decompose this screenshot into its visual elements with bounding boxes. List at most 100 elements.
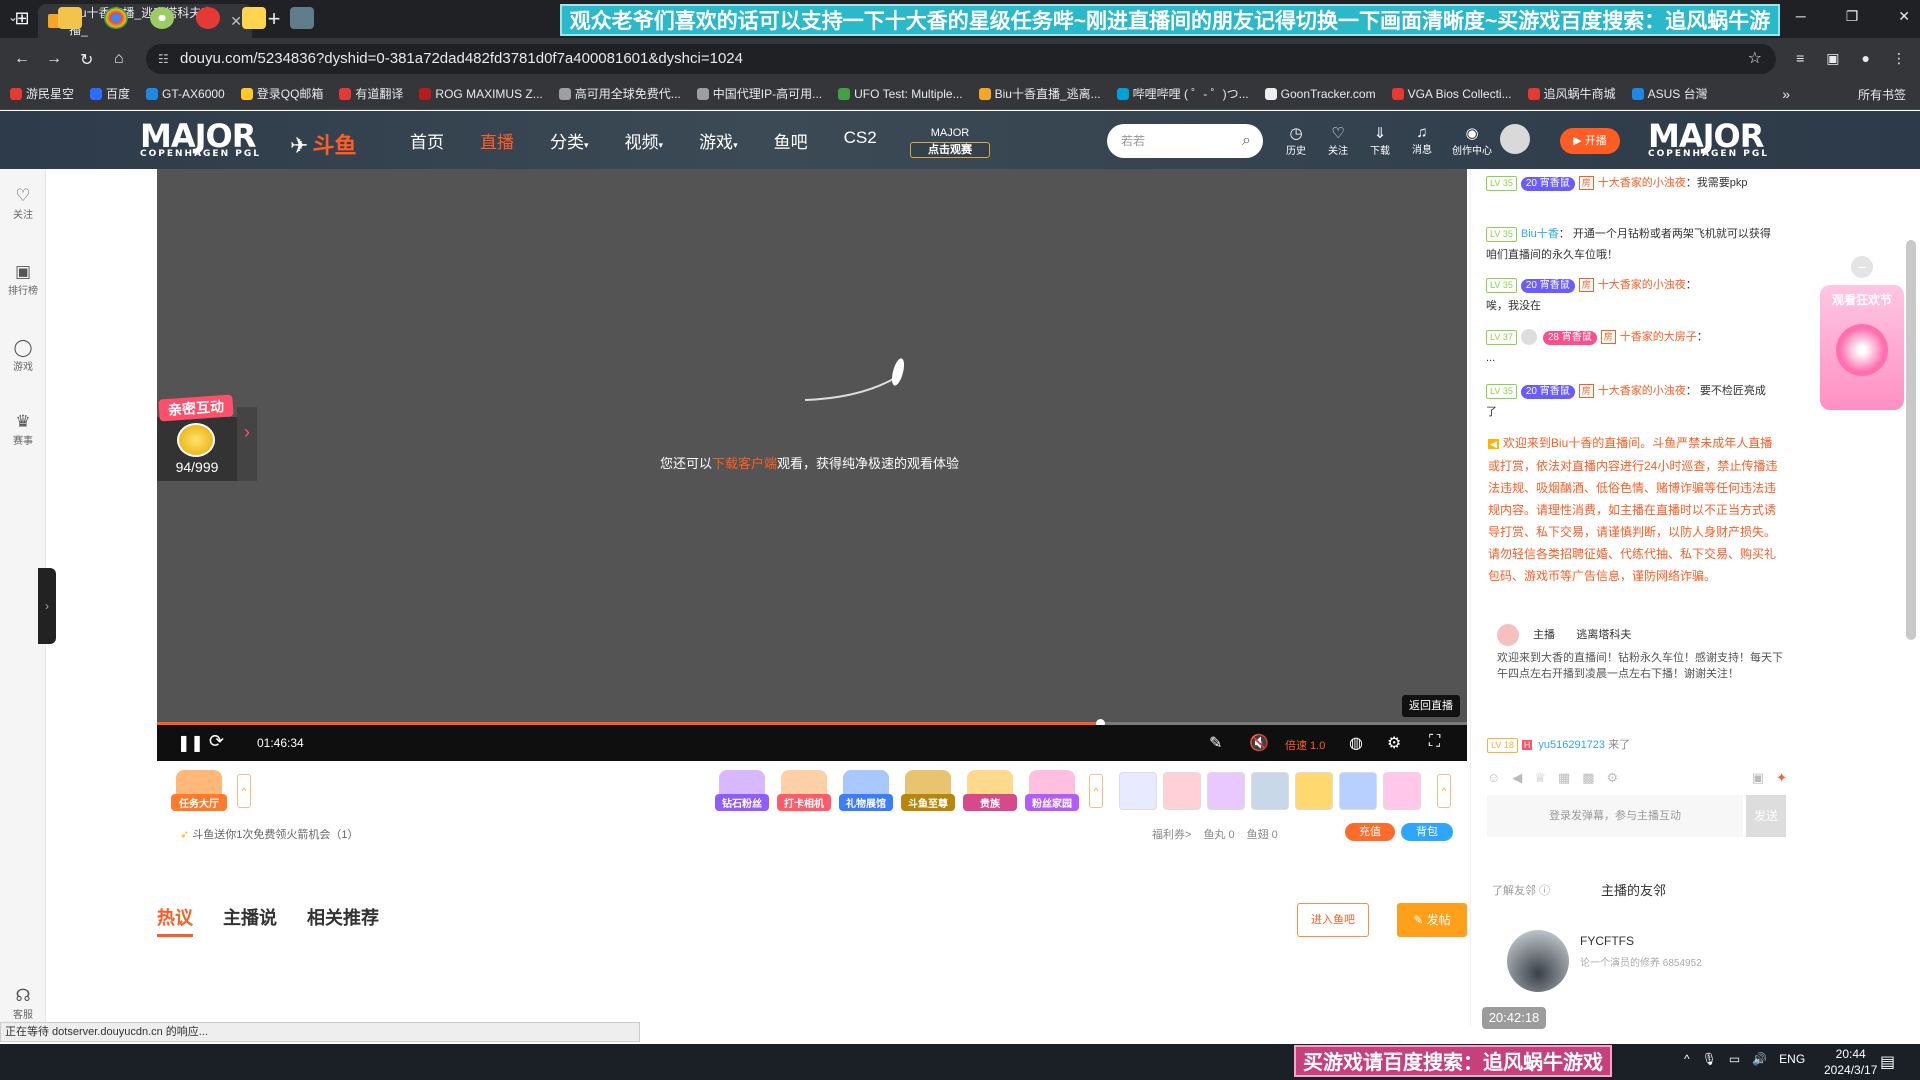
tab-streamer-says[interactable]: 主播说 xyxy=(223,904,277,937)
douyu-logo[interactable]: ✈ 斗鱼 xyxy=(290,128,360,160)
bookmark-9[interactable]: Biu十香直播_逃离... xyxy=(978,85,1101,102)
danmaku-input[interactable]: 登录发弹幕，参与主播互动 xyxy=(1487,795,1743,837)
sidebar-expand-handle[interactable]: › xyxy=(38,568,56,644)
bookmark-6[interactable]: 高可用全球免费代... xyxy=(558,85,681,102)
tab-related[interactable]: 相关推荐 xyxy=(307,904,379,937)
color-icon[interactable]: ▩ xyxy=(1582,770,1594,786)
home-icon[interactable]: ⌂ xyxy=(114,50,124,68)
gift-item-2[interactable] xyxy=(1163,772,1201,810)
user-avatar[interactable] xyxy=(1500,124,1530,154)
taskbar-clock[interactable]: 20:44 2024/3/17 xyxy=(1824,1046,1877,1078)
menu-icon[interactable]: ⋮ xyxy=(1892,50,1906,67)
bookmark-0[interactable]: 游民星空 xyxy=(10,85,74,102)
bookmark-7[interactable]: 中国代理IP-高可用... xyxy=(696,85,822,102)
bookmark-3[interactable]: 登录QQ邮箱 xyxy=(240,85,323,102)
fullscreen-icon[interactable]: ⛶ xyxy=(1429,733,1440,751)
major-event-logo-left[interactable]: MAJOR COPENHAGEN PGL xyxy=(140,117,261,159)
gift-gallery[interactable]: 礼物展馆 xyxy=(839,770,893,814)
chevron-up-icon[interactable]: ^ xyxy=(1684,1052,1690,1066)
page-scrollbar[interactable] xyxy=(1906,240,1916,640)
profile-icon[interactable]: ● xyxy=(1862,50,1870,67)
side-panel-icon[interactable]: ▣ xyxy=(1826,50,1839,67)
app-icon[interactable] xyxy=(150,7,174,29)
bookmarks-overflow-icon[interactable]: » xyxy=(1782,86,1790,102)
task-hall-button[interactable]: 任务大厅 xyxy=(171,770,227,814)
creator-center-button[interactable]: ◉ 创作中心 xyxy=(1450,124,1494,157)
bookmark-14[interactable]: ASUS 台灣 xyxy=(1631,85,1708,102)
learn-neighbors-link[interactable]: 了解友邻 ⓘ xyxy=(1492,882,1550,898)
close-window-icon[interactable]: ✕ xyxy=(1898,8,1910,25)
sidebar-item-follow[interactable]: ♡ 关注 xyxy=(0,186,46,221)
mic-icon[interactable]: 🎙 xyxy=(1702,1052,1717,1066)
festival-banner[interactable]: 观看狂欢节 xyxy=(1820,285,1904,410)
media-icon[interactable]: ≡ xyxy=(1796,50,1804,67)
message-button[interactable]: ♫ 消息 xyxy=(1408,124,1436,157)
nav-category[interactable]: 分类▾ xyxy=(550,128,589,153)
gift-douyu-supreme[interactable]: 斗鱼至尊 xyxy=(901,770,955,814)
tab-hot[interactable]: 热议 xyxy=(157,904,193,937)
settings-icon[interactable]: ⚙ xyxy=(1607,770,1619,786)
gift-item-5[interactable] xyxy=(1295,772,1333,810)
enter-fishbar-button[interactable]: 进入鱼吧 xyxy=(1297,903,1369,937)
chrome-icon[interactable] xyxy=(104,7,128,29)
reload-icon[interactable]: ↻ xyxy=(80,50,93,70)
bookmark-11[interactable]: GoonTracker.com xyxy=(1264,87,1376,101)
nav-video[interactable]: 视频▾ xyxy=(625,128,664,153)
history-button[interactable]: ◷ 历史 xyxy=(1282,124,1310,157)
send-button[interactable]: 发送 xyxy=(1746,795,1786,837)
close-icon[interactable]: − xyxy=(1851,256,1873,278)
welfare-link[interactable]: 福利券> xyxy=(1152,826,1191,842)
refresh-icon[interactable]: ⟳ xyxy=(209,731,224,752)
notification-icon[interactable]: ▤ xyxy=(1880,1052,1895,1072)
nav-fishbar[interactable]: 鱼吧 xyxy=(774,128,808,153)
intimacy-widget[interactable]: 94/999 › 亲密互动 xyxy=(157,394,257,487)
friend-name[interactable]: FYCFTFS xyxy=(1580,934,1634,948)
gift-icon[interactable]: ✦ xyxy=(1776,770,1787,786)
gift-item-3[interactable] xyxy=(1207,772,1245,810)
gift-diamond-fan[interactable]: 钻石粉丝 xyxy=(715,770,769,814)
image-icon[interactable]: ▦ xyxy=(1558,770,1570,786)
bookmark-star-icon[interactable]: ☆ xyxy=(1748,44,1762,74)
bookmark-1[interactable]: 百度 xyxy=(90,85,130,102)
url-bar[interactable]: ☷ douyu.com/5234836?dyshid=0-381a72dad48… xyxy=(146,44,1776,74)
start-live-button[interactable]: ▶ 开播 xyxy=(1560,128,1620,154)
broadcast-icon[interactable]: ◀ xyxy=(1512,770,1522,786)
download-client-link[interactable]: 下载客户端 xyxy=(712,456,777,471)
forward-icon[interactable]: → xyxy=(46,50,62,68)
gift-checkin-camera[interactable]: 打卡相机 xyxy=(777,770,831,814)
major-watch-button[interactable]: MAJOR 点击观赛 xyxy=(910,126,990,160)
all-bookmarks-button[interactable]: 所有书签 xyxy=(1858,86,1906,103)
bookmark-5[interactable]: ROG MAXIMUS Z... xyxy=(419,87,543,101)
network-icon[interactable]: ▭ xyxy=(1729,1052,1740,1066)
danmaku-toggle-icon[interactable]: ◍ xyxy=(1349,733,1363,753)
sidebar-item-game[interactable]: ◯ 游戏 xyxy=(0,338,46,373)
nav-live[interactable]: 直播 xyxy=(480,128,514,153)
back-icon[interactable]: ← xyxy=(14,50,30,68)
search-icon[interactable]: ⌕ xyxy=(1242,124,1251,158)
site-search-input[interactable]: 若若 ⌕ xyxy=(1107,124,1263,158)
volume-icon[interactable]: 🔊 xyxy=(1752,1052,1767,1066)
expand-tasks-icon[interactable]: ^ xyxy=(237,774,251,808)
windows-start-icon[interactable]: ⊞ xyxy=(10,7,34,29)
expand-gifts-icon[interactable]: ^ xyxy=(1089,774,1103,808)
mute-icon[interactable]: 🔇 xyxy=(1249,733,1269,753)
game-app-icon[interactable] xyxy=(290,7,314,29)
language-indicator[interactable]: ENG xyxy=(1779,1052,1805,1066)
rocket-promo[interactable]: ➶ 斗鱼送你1次免费领火箭机会（1） xyxy=(180,826,359,842)
backpack-button[interactable]: 背包 xyxy=(1401,823,1453,841)
speed-selector[interactable]: 倍速 1.0 xyxy=(1285,737,1325,753)
danmaku-edit-icon[interactable]: ✎ xyxy=(1209,733,1222,753)
recharge-button[interactable]: 充值 xyxy=(1345,823,1395,841)
bookmark-13[interactable]: 追风蜗牛商城 xyxy=(1527,85,1616,102)
crown-icon[interactable]: ♕ xyxy=(1534,770,1546,786)
sidebar-item-events[interactable]: ♛ 赛事 xyxy=(0,412,46,447)
owl-app-icon[interactable] xyxy=(242,7,266,29)
post-button[interactable]: ✎ 发帖 xyxy=(1397,903,1467,937)
file-explorer-icon[interactable] xyxy=(58,7,82,29)
back-to-live-button[interactable]: 返回直播 xyxy=(1402,695,1460,717)
gift-item-4[interactable] xyxy=(1251,772,1289,810)
emoji-icon[interactable]: ☺ xyxy=(1487,770,1500,786)
tab-close-icon[interactable]: ✕ xyxy=(230,13,242,30)
chevron-right-icon[interactable]: › xyxy=(237,407,257,481)
bookmark-10[interactable]: 哔哩哔哩 ( ゜- ゜)つ... xyxy=(1116,85,1249,102)
